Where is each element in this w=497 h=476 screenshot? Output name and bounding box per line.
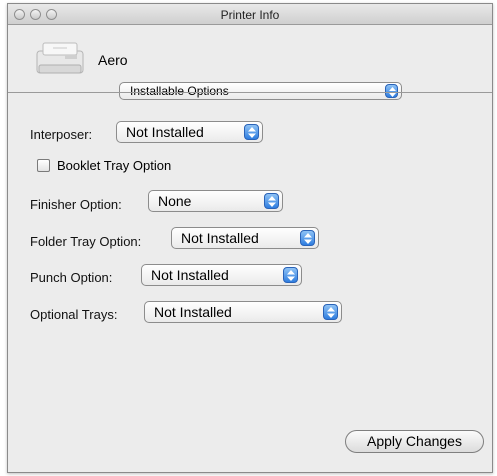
booklet-tray-checkbox[interactable] (37, 159, 50, 172)
punch-label: Punch Option: (30, 270, 113, 285)
interposer-label: Interposer: (30, 127, 93, 142)
printer-name: Aero (98, 52, 128, 68)
popup-arrows-icon (300, 230, 315, 246)
folder-tray-value: Not Installed (181, 230, 259, 246)
folder-tray-select[interactable]: Not Installed (171, 227, 319, 249)
punch-value: Not Installed (151, 267, 229, 283)
printer-header: Aero Installable Options (8, 26, 492, 106)
popup-arrows-icon (385, 84, 398, 98)
apply-changes-button[interactable]: Apply Changes (345, 430, 484, 453)
optional-trays-value: Not Installed (154, 304, 232, 320)
title-bar[interactable]: Printer Info (8, 4, 492, 25)
interposer-select[interactable]: Not Installed (116, 121, 263, 143)
booklet-tray-label: Booklet Tray Option (57, 158, 172, 173)
optional-trays-label: Optional Trays: (30, 307, 118, 322)
finisher-label: Finisher Option: (30, 197, 122, 212)
finisher-value: None (158, 193, 192, 209)
popup-arrows-icon (264, 193, 279, 209)
finisher-select[interactable]: None (148, 190, 283, 212)
window-title: Printer Info (220, 8, 280, 22)
printer-info-window: Printer Info Aero Installable Options In… (7, 3, 493, 473)
punch-select[interactable]: Not Installed (141, 264, 302, 286)
popup-arrows-icon (323, 304, 338, 320)
optional-trays-select[interactable]: Not Installed (144, 301, 342, 323)
panel-select-value: Installable Options (130, 84, 229, 98)
printer-icon (35, 41, 85, 77)
popup-arrows-icon (244, 124, 259, 140)
panel-select[interactable]: Installable Options (119, 82, 402, 100)
interposer-value: Not Installed (126, 124, 204, 140)
folder-tray-label: Folder Tray Option: (30, 234, 142, 249)
popup-arrows-icon (283, 267, 298, 283)
header-divider (8, 92, 492, 93)
